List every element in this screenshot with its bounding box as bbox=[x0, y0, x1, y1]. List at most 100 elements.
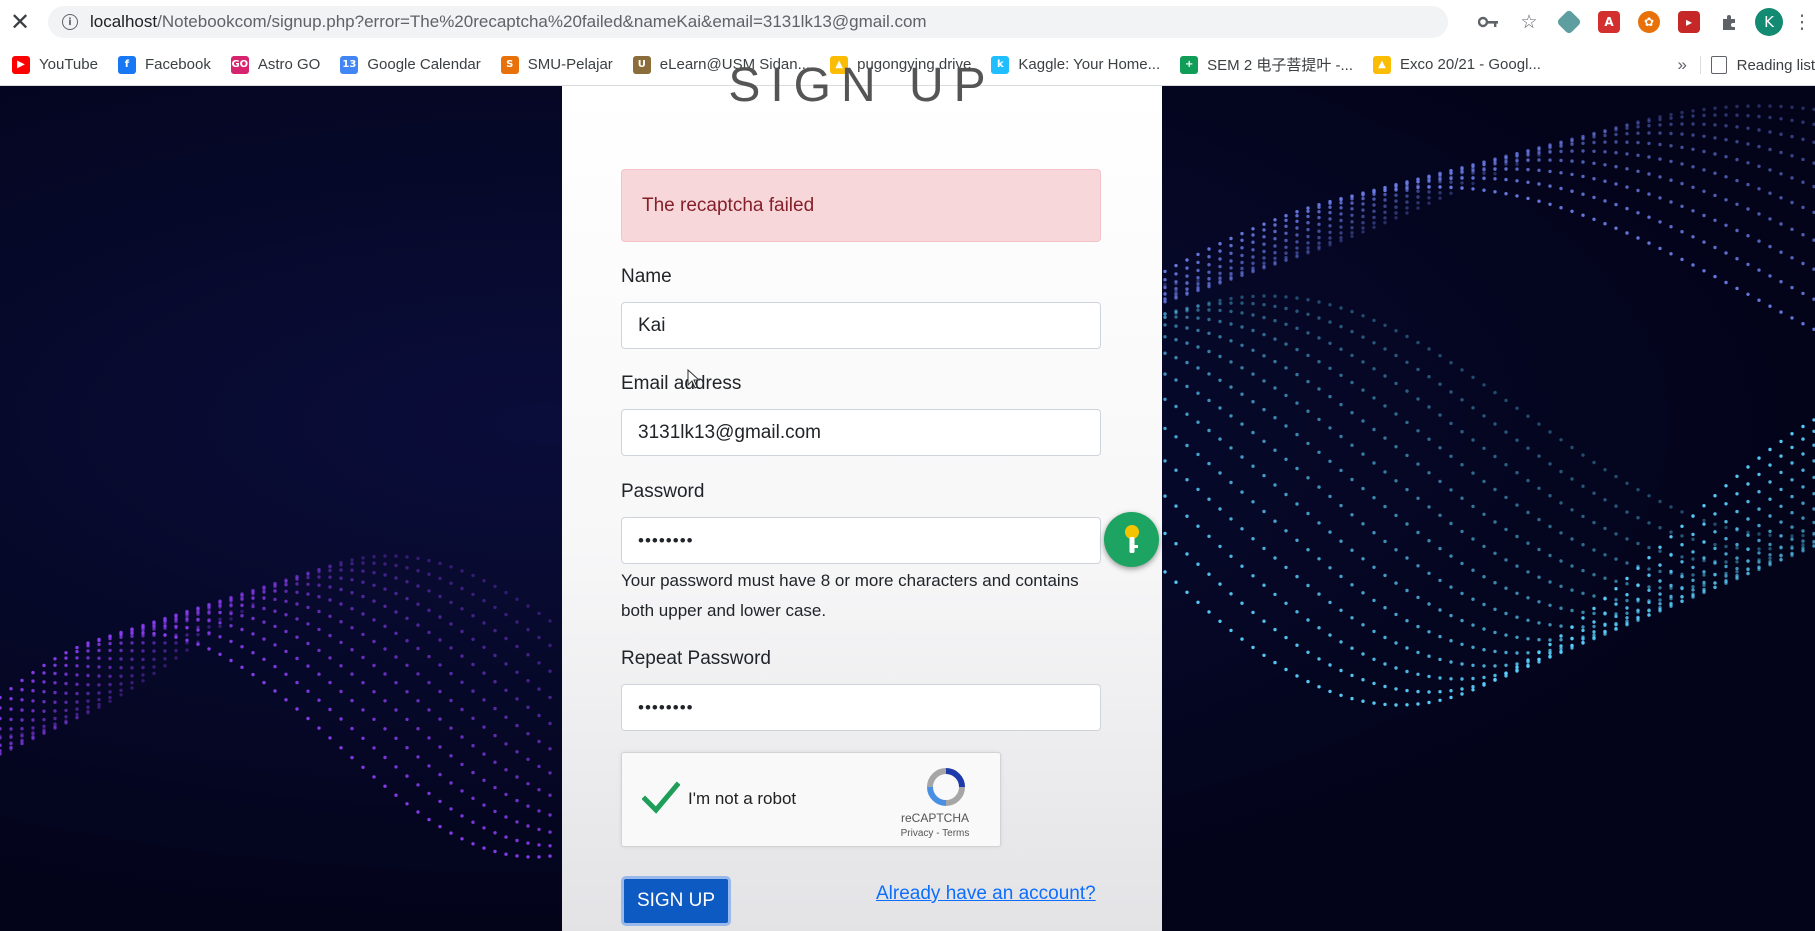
wave-particle bbox=[1658, 499, 1662, 504]
wave-particle bbox=[1339, 640, 1343, 644]
password-manager-key-icon[interactable] bbox=[1104, 512, 1159, 567]
wave-particle bbox=[1779, 196, 1783, 200]
wave-particle bbox=[1757, 104, 1761, 108]
google-sheets-icon: + bbox=[1180, 55, 1199, 74]
wave-particle bbox=[251, 591, 255, 595]
wave-particle bbox=[1691, 514, 1695, 518]
wave-particle bbox=[471, 744, 475, 748]
bookmark-star-icon[interactable]: ☆ bbox=[1509, 0, 1549, 44]
wave-particle bbox=[1526, 180, 1530, 184]
stop-loading-icon[interactable]: ✕ bbox=[0, 0, 40, 44]
wave-particle bbox=[1592, 624, 1596, 629]
wave-particle bbox=[471, 614, 475, 618]
signup-button[interactable]: SIGN UP bbox=[621, 876, 731, 926]
wave-particle bbox=[504, 662, 508, 666]
wave-particle bbox=[1218, 378, 1222, 382]
wave-particle bbox=[350, 698, 354, 703]
wave-particle bbox=[526, 855, 530, 859]
wave-particle bbox=[1614, 627, 1618, 631]
wave-particle bbox=[1394, 329, 1398, 333]
bookmark-item[interactable]: ▶ YouTube bbox=[12, 55, 98, 74]
bookmark-item[interactable]: GO Astro GO bbox=[230, 55, 320, 74]
extension-squirrel-icon[interactable]: ✿ bbox=[1629, 0, 1669, 44]
wave-particle bbox=[1383, 192, 1387, 197]
wave-particle bbox=[1548, 638, 1552, 642]
bookmarks-overflow-chevron[interactable]: » bbox=[1678, 44, 1687, 86]
wave-particle bbox=[1647, 585, 1651, 589]
wave-particle bbox=[493, 584, 497, 589]
wave-particle bbox=[460, 837, 464, 841]
wave-particle bbox=[1361, 226, 1365, 230]
wave-particle bbox=[1306, 379, 1310, 384]
url-bar[interactable]: i localhost/Notebookcom/signup.php?error… bbox=[48, 6, 1448, 38]
wave-particle bbox=[548, 793, 552, 797]
recaptcha-privacy-terms[interactable]: Privacy - Terms bbox=[880, 828, 990, 839]
wave-particle bbox=[1680, 586, 1684, 591]
wave-particle bbox=[1361, 557, 1365, 561]
wave-particle bbox=[1625, 621, 1629, 626]
menu-kebab-icon[interactable]: ⋮ bbox=[1789, 0, 1815, 44]
wave-particle bbox=[1625, 616, 1629, 620]
wave-particle bbox=[427, 654, 431, 659]
wave-particle bbox=[1218, 276, 1222, 281]
wave-particle bbox=[339, 640, 343, 645]
extensions-puzzle-icon[interactable] bbox=[1709, 0, 1749, 44]
wave-particle bbox=[97, 698, 101, 702]
password-input[interactable]: •••••••• bbox=[621, 517, 1101, 564]
wave-particle bbox=[1515, 167, 1519, 171]
wave-particle bbox=[1581, 213, 1585, 217]
wave-particle bbox=[1163, 351, 1167, 355]
url-text[interactable]: localhost/Notebookcom/signup.php?error=T… bbox=[90, 12, 927, 32]
wave-particle bbox=[1361, 230, 1365, 234]
wave-particle bbox=[372, 555, 376, 559]
recaptcha-brand: reCAPTCHA bbox=[900, 811, 969, 825]
bookmark-item[interactable]: f Facebook bbox=[117, 55, 211, 74]
wave-particle bbox=[1614, 128, 1618, 132]
site-info-icon[interactable]: i bbox=[62, 14, 78, 30]
reading-list-button[interactable]: Reading list bbox=[1710, 44, 1815, 86]
wave-particle bbox=[196, 633, 200, 637]
wave-particle bbox=[1174, 378, 1178, 382]
repeat-password-input[interactable]: •••••••• bbox=[621, 684, 1101, 731]
login-link[interactable]: Already have an account? bbox=[876, 883, 1096, 905]
wave-particle bbox=[1350, 583, 1354, 587]
wave-particle bbox=[1636, 211, 1640, 215]
wave-particle bbox=[1504, 611, 1508, 616]
wave-particle bbox=[1471, 164, 1475, 168]
wave-particle bbox=[1680, 181, 1684, 186]
wave-particle bbox=[405, 802, 409, 806]
wave-particle bbox=[1471, 676, 1475, 681]
wave-particle bbox=[548, 619, 552, 623]
wave-particle bbox=[328, 575, 332, 579]
bookmark-item[interactable]: + SEM 2 电子菩提叶 -... bbox=[1180, 54, 1353, 75]
wave-particle bbox=[1526, 618, 1530, 622]
wave-particle bbox=[295, 707, 299, 711]
wave-particle bbox=[1757, 547, 1761, 551]
wave-particle bbox=[218, 652, 222, 656]
extension-pdf-icon[interactable]: A bbox=[1589, 0, 1629, 44]
wave-particle bbox=[1746, 482, 1750, 486]
wave-particle bbox=[1603, 140, 1607, 144]
wave-particle bbox=[328, 565, 332, 569]
email-input[interactable]: 3131lk13@gmail.com bbox=[621, 409, 1101, 456]
key-icon[interactable] bbox=[1469, 0, 1509, 44]
wave-particle bbox=[1515, 591, 1519, 595]
recaptcha-checkmark-icon[interactable] bbox=[642, 781, 680, 815]
wave-particle bbox=[1757, 128, 1761, 132]
bookmark-item[interactable]: 13 Google Calendar bbox=[340, 55, 481, 74]
bookmark-item[interactable]: ▲ Exco 20/21 - Googl... bbox=[1373, 55, 1541, 74]
extension-shield-icon[interactable] bbox=[1549, 0, 1589, 44]
extension-video-icon[interactable]: ▸ bbox=[1669, 0, 1709, 44]
wave-particle bbox=[1350, 696, 1354, 701]
wave-particle bbox=[1471, 471, 1475, 475]
wave-particle bbox=[1317, 521, 1321, 525]
wave-particle bbox=[97, 665, 101, 669]
wave-particle bbox=[504, 852, 508, 856]
wave-particle bbox=[416, 602, 420, 606]
profile-avatar[interactable]: K bbox=[1749, 0, 1789, 44]
wave-particle bbox=[20, 727, 24, 731]
name-input[interactable]: Kai bbox=[621, 302, 1101, 349]
wave-particle bbox=[1251, 233, 1255, 237]
wave-particle bbox=[9, 735, 13, 739]
wave-particle bbox=[328, 585, 332, 589]
